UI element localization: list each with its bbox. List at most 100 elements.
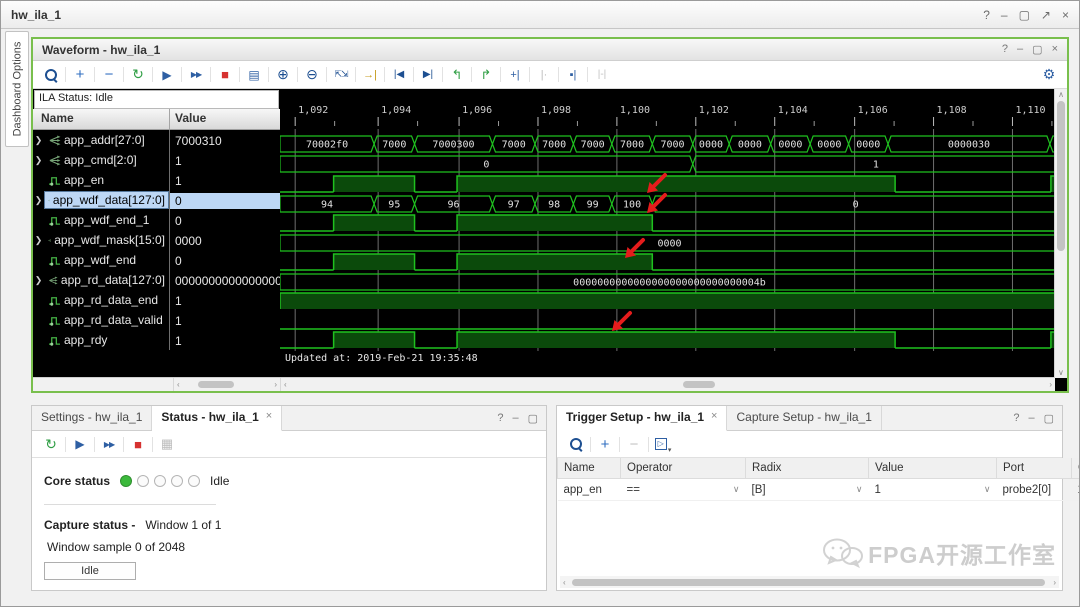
run-trigger-immediate-button[interactable]: ↻ <box>126 65 150 85</box>
previous-transition-button[interactable]: ↰ <box>445 65 469 85</box>
signal-value-cell[interactable]: 0 <box>170 192 280 209</box>
waveform-panel-titlebar[interactable]: Waveform - hw_ila_1 ? – ▢ × <box>33 39 1067 61</box>
trigger-tab[interactable]: Capture Setup - hw_ila_1 <box>727 406 882 430</box>
signal-row[interactable]: app_wdf_end 0 <box>33 250 280 270</box>
run-trigger-immediate-button[interactable]: ↻ <box>39 434 63 454</box>
waveform-settings-button[interactable]: ⚙ <box>1037 65 1061 85</box>
vertical-scroll-thumb[interactable] <box>1057 101 1065 251</box>
zoom-to-cursor-button[interactable]: →| <box>358 65 382 85</box>
window-close-button[interactable]: × <box>1062 8 1069 22</box>
trigger-column-header[interactable]: Port <box>996 458 1072 479</box>
signal-value-cell[interactable]: 1 <box>170 313 280 329</box>
signal-row[interactable]: app_rd_data_end 1 <box>33 290 280 310</box>
waveform-panel-maximize-button[interactable]: ▢ <box>1032 43 1042 56</box>
signal-value-cell[interactable]: 1 <box>170 293 280 309</box>
scroll-left-arrow[interactable]: ‹ <box>284 380 287 389</box>
waveform-panel-close-button[interactable]: × <box>1052 43 1058 56</box>
value-column-header[interactable]: Value <box>170 109 280 129</box>
signal-row[interactable]: ❯ app_addr[27:0] 7000310 <box>33 130 280 150</box>
signal-value-cell[interactable]: 7000310 <box>170 133 280 149</box>
waveform-canvas[interactable]: 1,092 1,094 1,096 1,098 1,100 1,102 1,104 1,106… <box>280 89 1067 391</box>
signal-name-cell[interactable]: app_en <box>33 170 170 190</box>
signal-column-hscrollbar[interactable]: ‹ › <box>173 378 280 391</box>
signal-value-cell[interactable]: 1 <box>170 333 280 349</box>
expand-chevron-icon[interactable]: ❯ <box>33 235 44 246</box>
signal-value-cell[interactable]: 0 <box>170 213 280 229</box>
signal-value-cell[interactable]: 00000000000000000000000000 <box>170 273 280 289</box>
scroll-right-arrow[interactable]: › <box>1049 380 1052 389</box>
trigger-table-row[interactable]: app_en==∨[B]∨1∨probe2[0]1 of 1 <box>557 478 1079 501</box>
scroll-right-arrow[interactable]: › <box>1053 578 1056 587</box>
zoom-in-button[interactable]: ⊕ <box>271 65 295 85</box>
signal-name-cell[interactable]: app_rd_data_end <box>33 290 170 310</box>
status-panel-maximize-button[interactable]: ▢ <box>528 412 538 425</box>
run-all-button[interactable]: ▶▶ <box>184 65 208 85</box>
signal-row[interactable]: ❯ app_rd_data[127:0] 000000000000000000000… <box>33 270 280 290</box>
swap-markers-button[interactable]: |-| <box>590 65 614 85</box>
waveform-panel-minimize-button[interactable]: – <box>1017 43 1023 56</box>
signal-name-cell[interactable]: app_wdf_end_1 <box>33 210 170 230</box>
add-marker-button[interactable]: +| <box>503 65 527 85</box>
trigger-column-header[interactable]: Comparator U <box>1071 458 1079 479</box>
scroll-down-arrow[interactable]: ∨ <box>1058 368 1064 377</box>
signal-name-cell[interactable]: app_wdf_end <box>33 250 170 270</box>
window-restore-button[interactable]: ▢ <box>1019 8 1030 22</box>
signal-row[interactable]: ❯ app_cmd[2:0] 1 <box>33 150 280 170</box>
signal-name-cell[interactable]: ❯ app_wdf_data[127:0] <box>33 190 170 210</box>
hscroll-thumb[interactable] <box>683 381 716 388</box>
export-data-button[interactable]: ▤ <box>242 65 266 85</box>
expand-chevron-icon[interactable]: ❯ <box>33 275 44 286</box>
add-probe-button[interactable]: + <box>593 434 617 454</box>
chevron-down-icon[interactable]: ∨ <box>856 484 863 495</box>
status-tab[interactable]: Status - hw_ila_1 × <box>152 406 283 431</box>
go-to-start-button[interactable]: |◀ <box>387 65 411 85</box>
remove-probe-button[interactable]: − <box>622 434 646 454</box>
signal-row[interactable]: app_rdy 1 <box>33 330 280 350</box>
signal-value-cell[interactable]: 0 <box>170 253 280 269</box>
trigger-column-header[interactable]: Name <box>557 458 621 479</box>
run-trigger-button[interactable]: ▶ <box>68 434 92 454</box>
signal-name-cell[interactable]: ❯ app_addr[27:0] <box>33 130 170 150</box>
trigger-column-header[interactable]: Value <box>868 458 997 479</box>
waveform-panel-help-button[interactable]: ? <box>1002 43 1008 56</box>
signal-name-cell[interactable]: app_rdy <box>33 330 170 350</box>
trigger-panel-help-button[interactable]: ? <box>1013 412 1019 425</box>
trigger-value-select[interactable]: 1 ∨ <box>868 478 997 501</box>
name-column-header[interactable]: Name <box>33 109 170 129</box>
status-panel-minimize-button[interactable]: – <box>512 412 518 425</box>
signal-name-cell[interactable]: ❯ app_cmd[2:0] <box>33 150 170 170</box>
signal-value-cell[interactable]: 0000 <box>170 233 280 249</box>
remove-button[interactable]: − <box>97 65 121 85</box>
signal-name-cell[interactable]: ❯ app_wdf_mask[15:0] <box>33 230 170 250</box>
chevron-down-icon[interactable]: ∨ <box>984 484 991 495</box>
trigger-panel-minimize-button[interactable]: – <box>1028 412 1034 425</box>
signal-value-cell[interactable]: 1 <box>170 173 280 189</box>
add-button[interactable]: + <box>68 65 92 85</box>
go-to-end-button[interactable]: ▶| <box>416 65 440 85</box>
previous-marker-button[interactable]: |· <box>532 65 556 85</box>
zoom-fit-button[interactable]: ⇱⇲ <box>329 65 353 85</box>
trigger-panel-maximize-button[interactable]: ▢ <box>1044 412 1054 425</box>
waveform-hscrollbar[interactable]: ‹ › <box>280 378 1055 391</box>
scroll-left-arrow[interactable]: ‹ <box>177 380 180 389</box>
window-minimize-button[interactable]: – <box>1001 8 1008 22</box>
hscroll-thumb[interactable] <box>198 381 234 388</box>
hscroll-thumb[interactable] <box>572 578 1045 586</box>
window-float-button[interactable]: ↗ <box>1041 8 1051 22</box>
expand-chevron-icon[interactable]: ❯ <box>33 195 44 206</box>
dashboard-layout-button[interactable]: ▦ <box>155 434 179 454</box>
waveform-vertical-scrollbar[interactable]: ∧ ∨ <box>1054 89 1067 378</box>
trigger-operator-select[interactable]: == ∨ <box>620 478 746 501</box>
signal-row[interactable]: app_wdf_end_1 0 <box>33 210 280 230</box>
stop-trigger-button[interactable]: ■ <box>126 434 150 454</box>
window-help-button[interactable]: ? <box>983 8 990 22</box>
zoom-out-button[interactable]: ⊖ <box>300 65 324 85</box>
trigger-tab[interactable]: Trigger Setup - hw_ila_1 × <box>557 406 728 431</box>
trigger-column-header[interactable]: Operator <box>620 458 746 479</box>
run-all-button[interactable]: ▶▶ <box>97 434 121 454</box>
search-button[interactable] <box>39 65 63 85</box>
trigger-radix-select[interactable]: [B] ∨ <box>745 478 869 501</box>
search-button[interactable] <box>564 434 588 454</box>
trigger-condition-button[interactable]: ▷ ▾ <box>651 434 675 454</box>
stop-trigger-button[interactable]: ■ <box>213 65 237 85</box>
